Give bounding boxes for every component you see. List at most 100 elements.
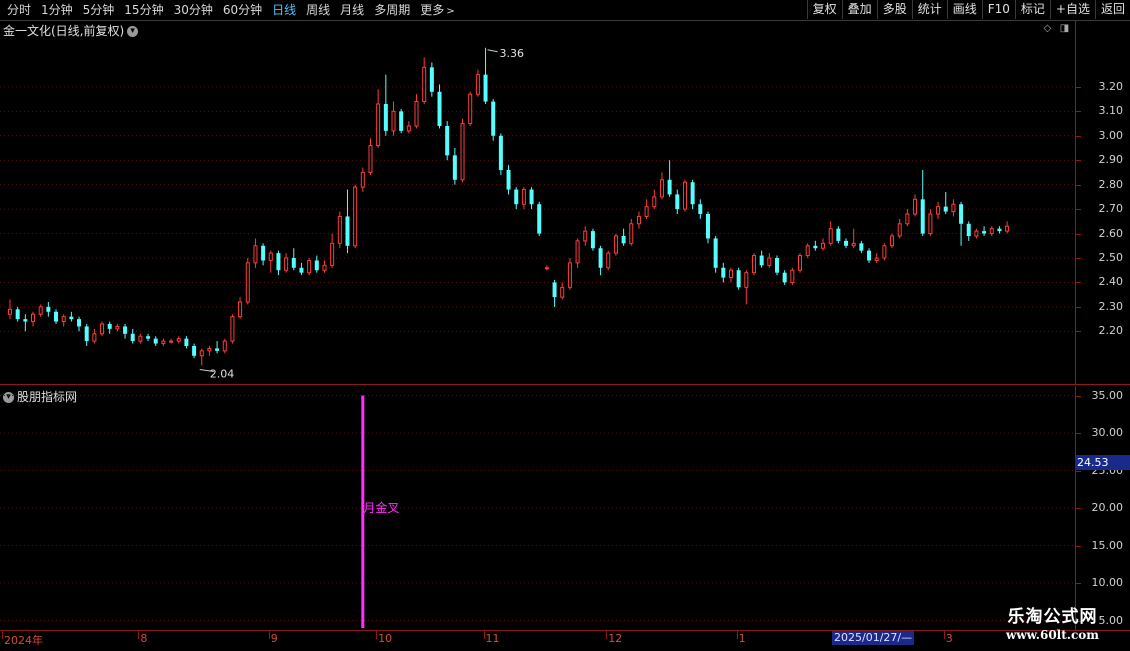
candle [475,69,480,97]
time-label: 9 [270,632,278,645]
period-tab-label: 1分钟 [41,3,73,17]
price-tick-label: 2.40 [1098,275,1124,289]
period-tab-label: 5分钟 [82,3,115,17]
toolbar-button[interactable]: 标记 [1014,0,1050,19]
candle [100,321,105,337]
period-tab[interactable]: 多周期 [369,2,415,18]
candle [567,258,572,290]
candle [314,255,319,273]
candle [913,194,918,217]
toolbar-button[interactable]: F10 [981,0,1015,19]
toolbar-button[interactable]: 多股 [876,0,912,19]
price-tick-label: 3.10 [1098,104,1124,118]
axis-tick [1076,209,1081,211]
candle [445,121,450,161]
candle [192,343,197,359]
period-tab[interactable]: 5分钟 [78,2,120,18]
candle [322,260,327,273]
price-chart: 3.36 2.04 [0,47,1075,381]
price-tick-label: 2.70 [1098,202,1124,216]
period-tab-label: 30分钟 [173,3,213,17]
time-label: 11 [485,632,500,645]
period-tab-label: 15分钟 [124,3,164,17]
candle [77,316,82,332]
candle [698,199,703,219]
time-tick [943,631,945,639]
axis-tick [1076,184,1081,186]
candle [23,314,28,332]
axis-tick [1076,470,1081,472]
candle [261,243,266,266]
period-tab[interactable]: 分时 [2,2,36,18]
axis-tick [1076,545,1081,547]
candle [713,236,718,273]
toolbar-button[interactable]: 画线 [946,0,982,19]
candle [813,240,818,251]
period-tab[interactable]: 周线 [301,2,335,18]
price-tick-label: 3.20 [1098,79,1124,93]
cursor-date-box: 2025/01/27/— [832,631,914,645]
candle [238,297,243,320]
candle [307,258,312,276]
candle [882,243,887,261]
axis-tick [1076,282,1081,284]
axis-tick [1076,306,1081,308]
candle [199,348,204,366]
candle [176,336,181,344]
period-tab[interactable]: 1分钟 [36,2,78,18]
candle [284,253,289,273]
price-axis: 3.20 3.10 3.00 2.90 2.80 2.70 2.60 2.50 2.40 2.30… [1075,20,1130,384]
candle [974,228,979,239]
period-tab[interactable]: 30分钟 [169,2,218,18]
candle [851,228,856,249]
axis-tick [1076,258,1081,259]
price-tick-label: 2.20 [1098,324,1124,338]
toolbar-button[interactable]: 复权 [806,0,842,19]
period-tab[interactable]: 60分钟 [218,2,267,18]
candle [728,267,733,283]
toolbar-button[interactable]: 返回 [1094,0,1130,19]
candle [146,333,151,342]
period-tab-label: 更多 [420,3,445,17]
time-tick [138,631,140,639]
candle [782,270,787,285]
candle [460,118,465,183]
period-tab[interactable]: 15分钟 [119,2,168,18]
axis-tick [1076,86,1081,88]
price-tick-label: 2.50 [1098,251,1124,264]
candle [38,304,43,317]
candle [245,258,250,305]
candle [452,148,457,185]
candle [345,189,350,254]
period-tab[interactable]: 月线 [335,2,369,18]
candle [867,248,872,263]
candle [997,226,1002,234]
candle [629,218,634,246]
candle [15,306,20,322]
candle [690,179,695,210]
axis-tick [1076,160,1081,162]
toolbar-button[interactable]: 统计 [911,0,947,19]
candle [575,238,580,268]
candle [529,187,534,210]
period-tab-label: 周线 [306,3,331,17]
candle [897,218,902,239]
period-tab[interactable]: 日线 [267,2,301,18]
candle [46,302,51,317]
candle [767,253,772,268]
pane-separator[interactable] [0,384,1130,385]
candle [429,62,434,97]
candle [598,245,603,276]
candle [982,226,987,236]
period-tab[interactable]: 更多 > [415,2,459,18]
candle [399,108,404,134]
axis-tick [1076,135,1081,137]
candle [736,267,741,290]
time-tick [606,631,608,639]
candle [1005,221,1010,234]
toolbar-button[interactable]: +自选 [1049,0,1095,19]
time-axis: 2024年 8 9 10 11 12 1 3 [0,630,1130,651]
low-price-label: 2.04 [210,368,235,381]
candle [207,346,212,356]
toolbar-button[interactable]: 叠加 [841,0,877,19]
